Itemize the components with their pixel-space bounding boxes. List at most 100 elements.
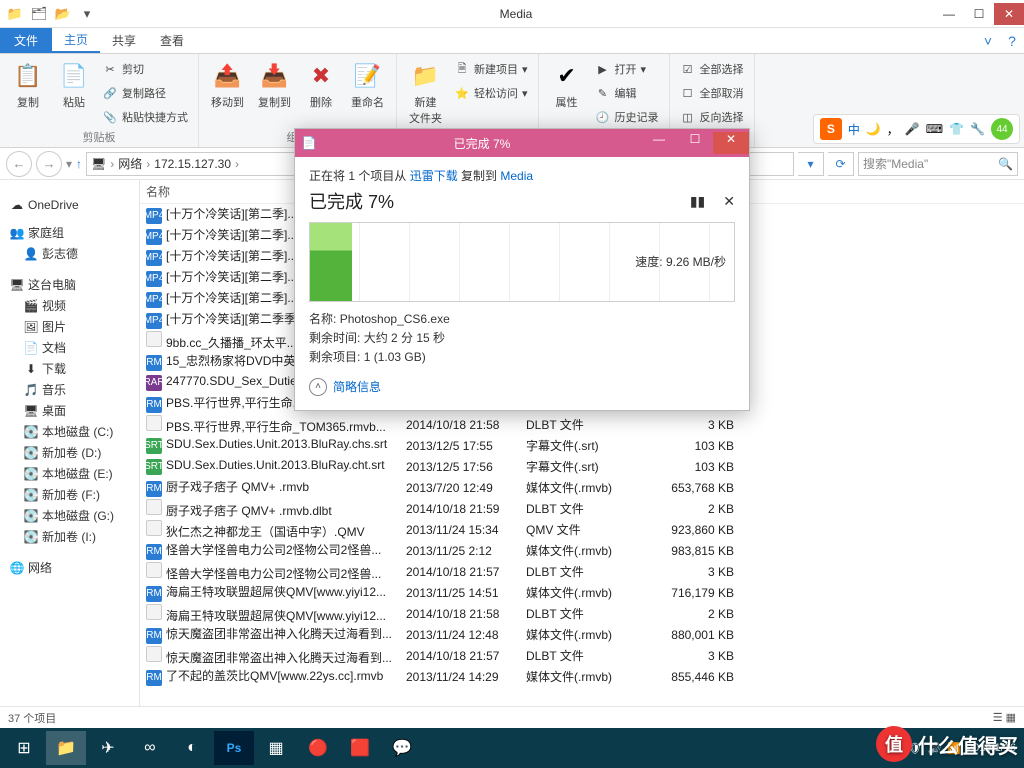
- help-icon[interactable]: ?: [1000, 28, 1024, 53]
- tree-item[interactable]: 📄文档: [4, 337, 135, 358]
- pause-button[interactable]: ▮▮: [690, 193, 705, 210]
- tree-user[interactable]: 👤彭志德: [4, 243, 135, 264]
- start-button[interactable]: ⊞: [4, 731, 44, 765]
- file-tab[interactable]: 文件: [0, 28, 52, 53]
- tree-item[interactable]: 🎵音乐: [4, 379, 135, 400]
- ime-punct-icon[interactable]: ，: [887, 121, 899, 138]
- tree-item[interactable]: 💽新加卷 (I:): [4, 526, 135, 547]
- dialog-minimize[interactable]: —: [641, 132, 677, 154]
- file-row[interactable]: 海扁王特攻联盟超屌侠QMV[www.yiyi12...2014/10/18 21…: [140, 603, 1024, 624]
- tree-item[interactable]: 💽新加卷 (F:): [4, 484, 135, 505]
- paste-button[interactable]: 📄粘贴: [54, 58, 94, 112]
- nav-tree[interactable]: ☁OneDrive 👥家庭组 👤彭志德 🖥这台电脑 🎬视频🖼图片📄文档⬇下载🎵音…: [0, 180, 140, 706]
- file-row[interactable]: RM厨子戏子痞子 QMV+ .rmvb2013/7/20 12:49媒体文件(.…: [140, 477, 1024, 498]
- open-button[interactable]: ▶打开 ▾: [593, 58, 661, 80]
- sogou-icon[interactable]: S: [820, 118, 842, 140]
- view-icons[interactable]: ☰ ▦: [993, 711, 1016, 724]
- ime-moon-icon[interactable]: 🌙: [866, 122, 881, 136]
- taskbar[interactable]: ⊞ 📁 ✈ ∞ ◐ Ps ▦ 🔴 🟥 💬 ⚙ 🛡 🔊 📶 2019/1/16: [0, 728, 1024, 768]
- addr-dropdown[interactable]: ▾: [798, 152, 824, 176]
- tab-home[interactable]: 主页: [52, 28, 100, 53]
- dialog-titlebar[interactable]: 📄 已完成 7% — ☐ ✕: [295, 129, 749, 157]
- breadcrumb-host[interactable]: 172.15.127.30: [154, 157, 231, 171]
- forward-button[interactable]: →: [36, 151, 62, 177]
- tab-share[interactable]: 共享: [100, 28, 148, 53]
- tree-item[interactable]: 🖼图片: [4, 316, 135, 337]
- file-row[interactable]: PBS.平行世界,平行生命_TOM365.rmvb...2014/10/18 2…: [140, 414, 1024, 435]
- ime-toolbar[interactable]: S 中 🌙 ， 🎤 ⌨ 👕 🔧 44: [813, 114, 1020, 144]
- tb-app6[interactable]: 🔴: [298, 731, 338, 765]
- tb-app3[interactable]: ◐: [172, 731, 212, 765]
- ime-zh-icon[interactable]: 中: [848, 121, 860, 138]
- recent-dropdown[interactable]: ▾: [66, 157, 72, 171]
- file-row[interactable]: SRTSDU.Sex.Duties.Unit.2013.BluRay.cht.s…: [140, 456, 1024, 477]
- tree-homegroup[interactable]: 👥家庭组: [10, 224, 135, 241]
- file-row[interactable]: RM惊天魔盗团非常盗出神入化腾天过海看到...2013/11/24 12:48媒…: [140, 624, 1024, 645]
- file-row[interactable]: RM了不起的盖茨比QMV[www.22ys.cc].rmvb2013/11/24…: [140, 666, 1024, 687]
- new-folder-button[interactable]: 📁新建 文件夹: [405, 58, 446, 128]
- qat-newfolder-icon[interactable]: 📂: [52, 3, 74, 25]
- file-row[interactable]: 惊天魔盗团非常盗出神入化腾天过海看到...2014/10/18 21:57DLB…: [140, 645, 1024, 666]
- select-none-button[interactable]: ☐全部取消: [678, 82, 746, 104]
- tree-item[interactable]: 💽本地磁盘 (C:): [4, 421, 135, 442]
- ime-mic-icon[interactable]: 🎤: [905, 122, 920, 136]
- dialog-close[interactable]: ✕: [713, 132, 749, 154]
- tb-explorer[interactable]: 📁: [46, 731, 86, 765]
- easy-access-button[interactable]: ⭐轻松访问 ▾: [452, 82, 530, 104]
- tree-item[interactable]: 💽本地磁盘 (G:): [4, 505, 135, 526]
- tree-item[interactable]: 💽本地磁盘 (E:): [4, 463, 135, 484]
- cut-button[interactable]: ✂剪切: [100, 58, 190, 80]
- dialog-dst-link[interactable]: Media: [500, 169, 533, 183]
- move-to-button[interactable]: 📤移动到: [207, 58, 248, 112]
- select-all-button[interactable]: ☑全部选择: [678, 58, 746, 80]
- qat-dropdown-icon[interactable]: ▾: [76, 3, 98, 25]
- close-button[interactable]: ✕: [994, 3, 1024, 25]
- tb-app8[interactable]: 💬: [382, 731, 422, 765]
- tb-ps[interactable]: Ps: [214, 731, 254, 765]
- tree-item[interactable]: ⬇下载: [4, 358, 135, 379]
- invert-select-button[interactable]: ◫反向选择: [678, 106, 746, 128]
- up-button[interactable]: ↑: [76, 157, 82, 171]
- maximize-button[interactable]: ☐: [964, 3, 994, 25]
- file-row[interactable]: RM海扁王特攻联盟超屌侠QMV[www.yiyi12...2013/11/25 …: [140, 582, 1024, 603]
- tree-onedrive[interactable]: ☁OneDrive: [10, 198, 135, 212]
- qat-properties-icon[interactable]: 🗂: [28, 3, 50, 25]
- copy-button[interactable]: 📋复制: [8, 58, 48, 112]
- tab-view[interactable]: 查看: [148, 28, 196, 53]
- tb-app5[interactable]: ▦: [256, 731, 296, 765]
- history-button[interactable]: 🕘历史记录: [593, 106, 661, 128]
- file-row[interactable]: RM怪兽大学怪兽电力公司2怪物公司2怪兽...2013/11/25 2:12媒体…: [140, 540, 1024, 561]
- ime-kbd-icon[interactable]: ⌨: [926, 122, 943, 136]
- tree-item[interactable]: 🎬视频: [4, 295, 135, 316]
- properties-button[interactable]: ✔属性: [547, 58, 587, 112]
- dialog-maximize[interactable]: ☐: [677, 132, 713, 154]
- tb-app1[interactable]: ✈: [88, 731, 128, 765]
- tb-app7[interactable]: 🟥: [340, 731, 380, 765]
- rename-button[interactable]: 📝重命名: [347, 58, 388, 112]
- delete-button[interactable]: ✖删除: [301, 58, 341, 112]
- minimize-button[interactable]: —: [934, 3, 964, 25]
- dialog-src-link[interactable]: 迅雷下载: [410, 169, 458, 183]
- cancel-button[interactable]: ✕: [723, 193, 735, 210]
- tree-item[interactable]: 💽新加卷 (D:): [4, 442, 135, 463]
- less-info-button[interactable]: ˄简略信息: [309, 378, 735, 396]
- tree-item[interactable]: 🖥桌面: [4, 400, 135, 421]
- search-input[interactable]: 搜索"Media"🔍: [858, 152, 1018, 176]
- tb-app2[interactable]: ∞: [130, 731, 170, 765]
- breadcrumb-network[interactable]: 网络: [118, 155, 142, 172]
- file-row[interactable]: SRTSDU.Sex.Duties.Unit.2013.BluRay.chs.s…: [140, 435, 1024, 456]
- paste-shortcut-button[interactable]: 📎粘贴快捷方式: [100, 106, 190, 128]
- copy-to-button[interactable]: 📥复制到: [254, 58, 295, 112]
- file-row[interactable]: 狄仁杰之神都龙王（国语中字）.QMV2013/11/24 15:34QMV 文件…: [140, 519, 1024, 540]
- back-button[interactable]: ←: [6, 151, 32, 177]
- refresh-button[interactable]: ⟳: [828, 152, 854, 176]
- ime-tool-icon[interactable]: 🔧: [970, 122, 985, 136]
- ribbon-minimize-icon[interactable]: ˅: [976, 28, 1000, 53]
- file-row[interactable]: 怪兽大学怪兽电力公司2怪物公司2怪兽...2014/10/18 21:57DLB…: [140, 561, 1024, 582]
- tree-network[interactable]: 🌐网络: [10, 559, 135, 576]
- file-row[interactable]: 厨子戏子痞子 QMV+ .rmvb.dlbt2014/10/18 21:59DL…: [140, 498, 1024, 519]
- copy-path-button[interactable]: 🔗复制路径: [100, 82, 190, 104]
- new-item-button[interactable]: 🗎新建项目 ▾: [452, 58, 530, 80]
- edit-button[interactable]: ✎编辑: [593, 82, 661, 104]
- ime-skin-icon[interactable]: 👕: [949, 122, 964, 136]
